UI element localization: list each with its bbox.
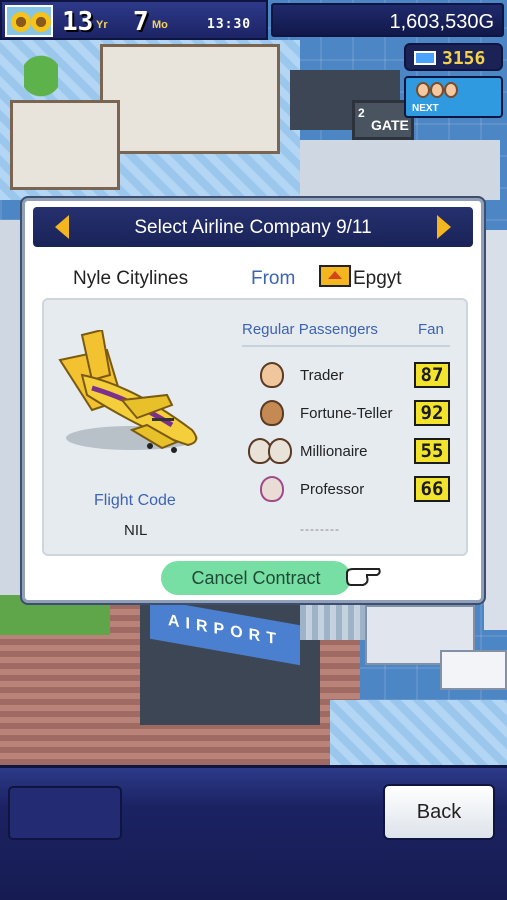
empty-passenger-slot: -------- xyxy=(300,522,340,536)
fan-count: 66 xyxy=(414,476,450,502)
flight-code-label: Flight Code xyxy=(94,492,176,509)
back-button[interactable]: Back xyxy=(383,784,495,840)
gate-number: 2 xyxy=(358,106,365,120)
points-display[interactable]: 3156 xyxy=(404,43,503,71)
next-airline-arrow-icon[interactable] xyxy=(437,215,451,239)
visitor-face-icon xyxy=(444,82,458,98)
flower-shop xyxy=(100,44,280,154)
country-flag-icon xyxy=(319,265,351,287)
info-desk xyxy=(440,650,507,690)
bottom-menu-bar: Back xyxy=(0,765,507,900)
from-label: From xyxy=(251,268,296,289)
next-visitors-button[interactable]: NEXT xyxy=(404,76,503,118)
country-name: Epgyt xyxy=(353,268,402,289)
fortune-teller-avatar-icon xyxy=(260,400,284,426)
passenger-name: Fortune-Teller xyxy=(300,405,393,422)
cancel-contract-button[interactable]: Cancel Contract xyxy=(161,561,351,595)
gate-label: GATE xyxy=(371,117,409,133)
dialog-title: Select Airline Company 9/11 xyxy=(134,217,372,238)
sunflower-icon xyxy=(5,5,53,37)
store-left xyxy=(10,100,120,190)
year-value: 13 xyxy=(62,7,94,37)
flight-code-value: NIL xyxy=(124,522,148,539)
passenger-row: Professor 66 xyxy=(244,474,450,506)
month-unit: Mo xyxy=(152,19,168,31)
passenger-name: Professor xyxy=(300,481,365,498)
left-corridor xyxy=(0,220,22,600)
passenger-name: Millionaire xyxy=(300,443,368,460)
professor-avatar-icon xyxy=(260,476,284,502)
fan-count: 55 xyxy=(414,438,450,464)
lobby-floor xyxy=(330,700,507,765)
passenger-row: Fortune-Teller 92 xyxy=(244,398,450,430)
next-label: NEXT xyxy=(412,103,439,114)
passengers-header: Regular Passengers xyxy=(242,321,378,338)
airline-select-dialog: Select Airline Company 9/11 Nyle Citylin… xyxy=(22,198,484,603)
airline-info-panel: Flight Code NIL Regular Passengers Fan T… xyxy=(42,298,468,556)
fan-header: Fan xyxy=(418,321,444,338)
passenger-row: Millionaire 55 xyxy=(244,436,450,468)
potted-plant xyxy=(24,52,58,112)
header-divider xyxy=(242,345,450,347)
passenger-row: Trader 87 xyxy=(244,360,450,392)
empty-menu-slot xyxy=(8,786,122,840)
passenger-name: Trader xyxy=(300,367,344,384)
money-display: 1,603,530G xyxy=(271,3,504,37)
fan-count: 87 xyxy=(414,362,450,388)
airplane-icon xyxy=(58,330,198,453)
points-icon xyxy=(414,51,436,65)
check-in-area xyxy=(300,140,500,200)
date-time-panel: 13 Yr 7 Mo 13:30 xyxy=(0,0,268,40)
airline-name: Nyle Citylines xyxy=(73,268,189,289)
trader-avatar-icon xyxy=(260,362,284,388)
year-unit: Yr xyxy=(96,19,108,31)
right-corridor xyxy=(484,230,507,630)
pointing-hand-icon xyxy=(346,568,381,586)
visitor-face-icon xyxy=(430,82,444,98)
millionaire-avatar-icon xyxy=(268,438,292,464)
month-value: 7 xyxy=(133,7,149,37)
dialog-header: Select Airline Company 9/11 xyxy=(33,207,473,247)
visitor-face-icon xyxy=(416,82,430,98)
clock-time: 13:30 xyxy=(207,17,252,32)
fan-count: 92 xyxy=(414,400,450,426)
points-value: 3156 xyxy=(442,48,486,69)
